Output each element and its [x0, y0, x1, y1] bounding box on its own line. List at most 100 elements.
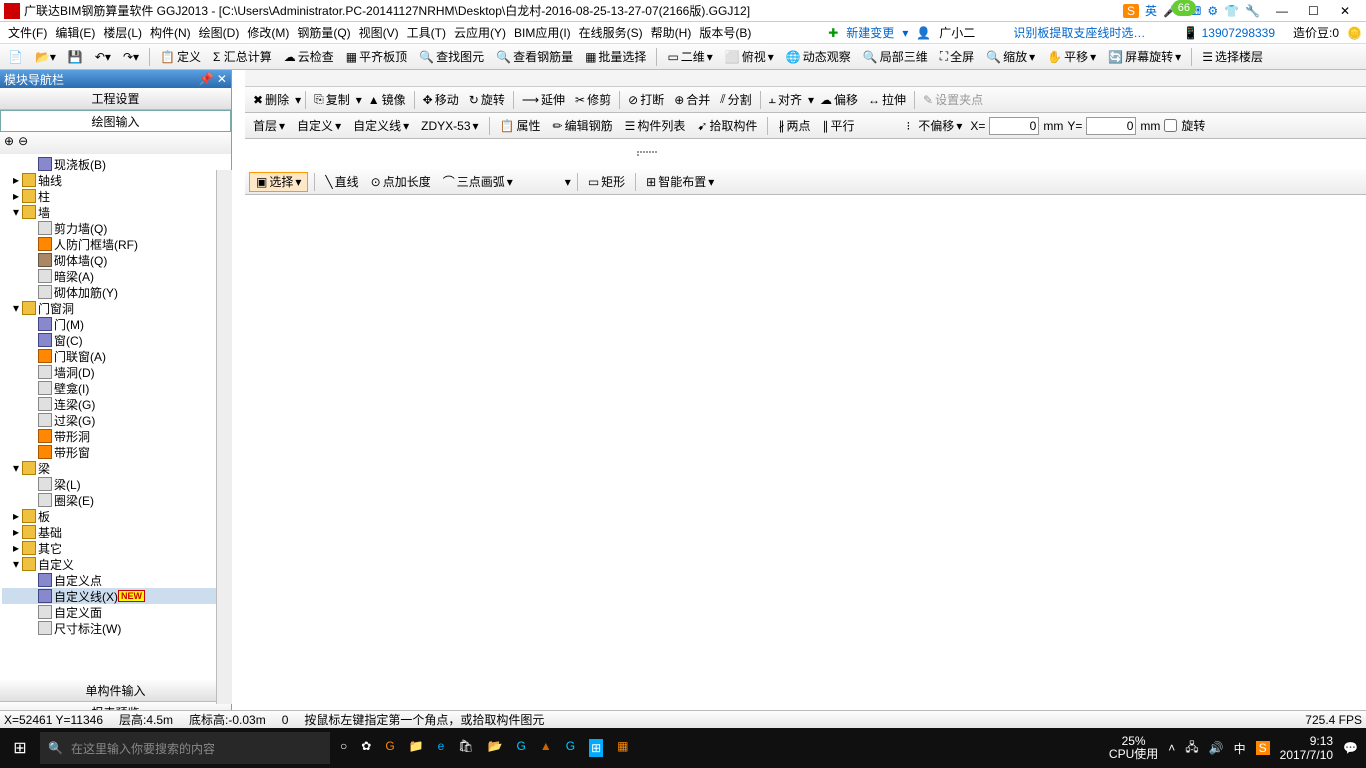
tree-item[interactable]: 窗(C) [2, 332, 229, 348]
expand-icon[interactable]: ⊕ [4, 134, 14, 152]
tab-single-input[interactable]: 单构件输入 [0, 680, 231, 702]
stretch-button[interactable]: ↔ 拉伸 [864, 89, 910, 111]
y-input[interactable] [1086, 117, 1136, 135]
tree-item[interactable]: 人防门框墙(RF) [2, 236, 229, 252]
tree-item[interactable]: 砌体加筋(Y) [2, 284, 229, 300]
align-button[interactable]: ⫠ 对齐 [765, 89, 806, 111]
tree-item[interactable]: 自定义点 [2, 572, 229, 588]
nooffset-select[interactable]: 不偏移 ▾ [914, 115, 966, 137]
min-button[interactable]: — [1276, 4, 1290, 18]
trim-button[interactable]: ✂ 修剪 [571, 89, 615, 111]
floor-select[interactable]: 首层 ▾ [249, 115, 289, 137]
batchsel-button[interactable]: ▦ 批量选择 [581, 46, 650, 68]
undo-icon[interactable]: ↶▾ [91, 46, 115, 68]
sumcalc-button[interactable]: Σ 汇总计算 [209, 46, 276, 68]
menu-file[interactable]: 文件(F) [4, 24, 51, 41]
screenrot-button[interactable]: 🔄 屏幕旋转▾ [1104, 46, 1185, 68]
tree-item[interactable]: ▸基础 [2, 524, 229, 540]
tray-up-icon[interactable]: ˄ [1168, 741, 1175, 755]
new-change-icon[interactable]: ✚ [828, 26, 838, 40]
menu-component[interactable]: 构件(N) [146, 24, 195, 41]
pan-button[interactable]: ✋ 平移▾ [1043, 46, 1100, 68]
menu-view[interactable]: 视图(V) [355, 24, 403, 41]
username[interactable]: 广小二 [939, 24, 975, 41]
pickcomp-button[interactable]: ➹ 拾取构件 [693, 115, 761, 137]
collapse-icon[interactable]: ⊖ [18, 134, 28, 152]
tb-cortana-icon[interactable]: ○ [340, 739, 347, 757]
copy-button[interactable]: ⎘ 复制 [310, 89, 354, 111]
tree-item[interactable]: ▾自定义 [2, 556, 229, 572]
selfloor-button[interactable]: ☰ 选择楼层 [1198, 46, 1267, 68]
menu-online[interactable]: 在线服务(S) [575, 24, 647, 41]
tree-item[interactable]: 自定义线(X)NEW [2, 588, 229, 604]
ime-skin-icon[interactable]: 👕 [1224, 4, 1239, 18]
tree-item[interactable]: 门联窗(A) [2, 348, 229, 364]
fullscreen-button[interactable]: ⛶ 全屏 [936, 46, 978, 68]
twopoint-button[interactable]: ∦ 两点 [774, 115, 814, 137]
start-button[interactable]: ⊞ [0, 738, 40, 758]
tb-store-icon[interactable]: 🛍 [458, 739, 473, 757]
tree-item[interactable]: 剪力墙(Q) [2, 220, 229, 236]
flatroof-button[interactable]: ▦ 平齐板顶 [342, 46, 411, 68]
tree-item[interactable]: 墙洞(D) [2, 364, 229, 380]
split-button[interactable]: ⫽ 分割 [716, 89, 755, 111]
menu-cloud[interactable]: 云应用(Y) [450, 24, 510, 41]
tree-item[interactable]: ▾梁 [2, 460, 229, 476]
extend-button[interactable]: ⟶ 延伸 [518, 89, 569, 111]
ime-engine-icon[interactable]: S [1123, 4, 1139, 18]
tray-net-icon[interactable]: 🖧 [1185, 738, 1198, 759]
tree-item[interactable]: 门(M) [2, 316, 229, 332]
tree-item[interactable]: ▾墙 [2, 204, 229, 220]
tree-item[interactable]: ▾门窗洞 [2, 300, 229, 316]
open-icon[interactable]: 📂▾ [31, 46, 60, 68]
tray-sogou-icon[interactable]: S [1256, 741, 1270, 755]
cloudcheck-button[interactable]: ☁ 云检查 [280, 46, 338, 68]
menu-version[interactable]: 版本号(B) [695, 24, 755, 41]
menu-draw[interactable]: 绘图(D) [195, 24, 244, 41]
tb-app3-icon[interactable]: G [516, 739, 525, 757]
tree-item[interactable]: 过梁(G) [2, 412, 229, 428]
menu-bim[interactable]: BIM应用(I) [510, 24, 575, 41]
tb-explorer-icon[interactable]: 📂 [488, 739, 503, 757]
taskbar-search[interactable]: 🔍 在这里输入你要搜索的内容 [40, 732, 330, 764]
tb-app1-icon[interactable]: ✿ [361, 739, 371, 757]
ime-settings-icon[interactable]: ⚙ [1207, 4, 1218, 18]
tb-app7-icon[interactable]: ▦ [617, 739, 628, 757]
name-select[interactable]: ZDYX-53 ▾ [417, 115, 482, 137]
phone-label[interactable]: 📱 13907298339 [1183, 26, 1275, 40]
line-button[interactable]: ╲ 直线 [321, 171, 362, 193]
x-input[interactable] [989, 117, 1039, 135]
rotate-button[interactable]: ↻ 旋转 [465, 89, 509, 111]
tree-item[interactable]: 梁(L) [2, 476, 229, 492]
tb-app5-icon[interactable]: G [566, 739, 575, 757]
drag-grip[interactable] [637, 139, 657, 167]
topview-button[interactable]: ⬜ 俯视▾ [721, 46, 778, 68]
new-icon[interactable]: 📄 [4, 46, 27, 68]
tb-app4-icon[interactable]: ▲ [540, 739, 552, 757]
tree-item[interactable]: ▸板 [2, 508, 229, 524]
component-tree[interactable]: 现浇板(B)▸轴线▸柱▾墙剪力墙(Q)人防门框墙(RF)砌体墙(Q)暗梁(A)砌… [0, 154, 231, 680]
tree-item[interactable]: 现浇板(B) [2, 156, 229, 172]
tree-item[interactable]: 砌体墙(Q) [2, 252, 229, 268]
pin-icon[interactable]: 📌 ✕ [199, 72, 227, 86]
tree-item[interactable]: 壁龛(I) [2, 380, 229, 396]
tree-item[interactable]: 圈梁(E) [2, 492, 229, 508]
tree-item[interactable]: 带形窗 [2, 444, 229, 460]
tree-item[interactable]: 连梁(G) [2, 396, 229, 412]
break-button[interactable]: ⊘ 打断 [624, 89, 668, 111]
menu-edit[interactable]: 编辑(E) [51, 24, 99, 41]
tray-notif-icon[interactable]: 💬 [1343, 741, 1358, 755]
menu-steel[interactable]: 钢筋量(Q) [293, 24, 354, 41]
findimg-button[interactable]: 🔍 查找图元 [415, 46, 488, 68]
parallel-button[interactable]: ∥ 平行 [818, 115, 858, 137]
close-button[interactable]: ✕ [1340, 4, 1354, 18]
menu-modify[interactable]: 修改(M) [243, 24, 293, 41]
local3d-button[interactable]: 🔍 局部三维 [859, 46, 932, 68]
dynobs-button[interactable]: 🌐 动态观察 [782, 46, 855, 68]
tree-item[interactable]: 尺寸标注(W) [2, 620, 229, 636]
tree-item[interactable]: 暗梁(A) [2, 268, 229, 284]
ime-lang[interactable]: 英 [1145, 2, 1157, 19]
tree-item[interactable]: ▸柱 [2, 188, 229, 204]
category-select[interactable]: 自定义 ▾ [293, 115, 345, 137]
tb-folder-icon[interactable]: 📁 [409, 739, 424, 757]
